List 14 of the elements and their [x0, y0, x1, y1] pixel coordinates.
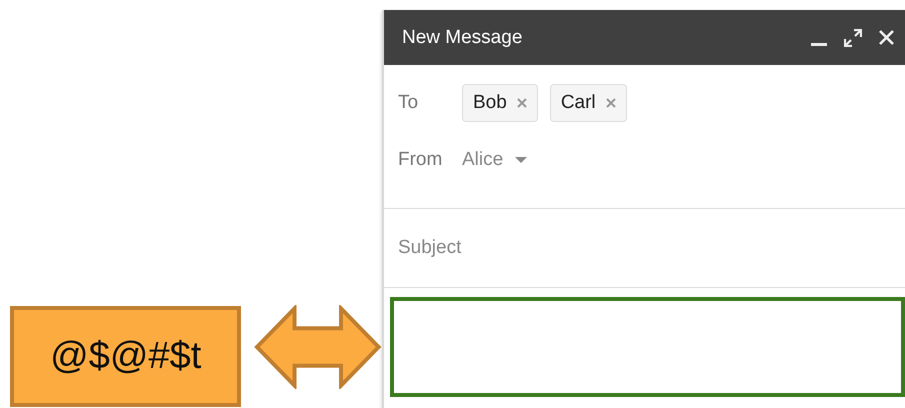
- window-title: New Message: [402, 26, 524, 48]
- remove-icon[interactable]: [606, 98, 616, 108]
- sender-dropdown[interactable]: Alice: [462, 149, 504, 171]
- to-label: To: [398, 92, 420, 114]
- from-label: From: [398, 149, 444, 171]
- callout-label: @$@#$t: [10, 306, 242, 407]
- subject-field[interactable]: Subject: [398, 237, 698, 259]
- recipient-chip[interactable]: Carl: [550, 84, 627, 122]
- message-body-field[interactable]: [390, 297, 905, 397]
- close-icon[interactable]: [878, 29, 895, 46]
- remove-icon[interactable]: [516, 98, 527, 108]
- recipient-chip[interactable]: Bob: [462, 84, 538, 122]
- caret-icon[interactable]: [515, 157, 528, 163]
- expand-icon[interactable]: [844, 28, 862, 46]
